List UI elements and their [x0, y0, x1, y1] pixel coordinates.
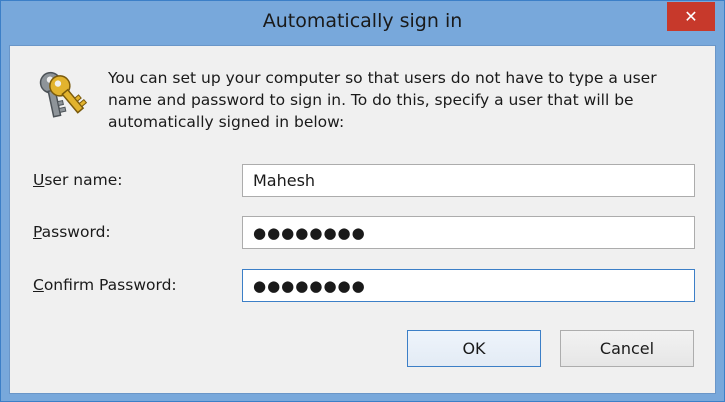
ok-button[interactable]: OK	[407, 330, 541, 367]
confirm-password-label: Confirm Password:	[33, 276, 177, 294]
dialog-window: Automatically sign in ✕ You can set up y…	[0, 0, 725, 402]
username-label: User name:	[33, 171, 122, 189]
confirm-password-field[interactable]: ●●●●●●●●	[242, 269, 695, 302]
cancel-button[interactable]: Cancel	[560, 330, 694, 367]
password-value: ●●●●●●●●	[253, 223, 366, 242]
confirm-password-value: ●●●●●●●●	[253, 276, 366, 295]
keys-icon	[39, 71, 88, 118]
title-bar[interactable]: Automatically sign in ✕	[1, 1, 724, 45]
username-label-accesskey: U	[33, 171, 45, 189]
username-field[interactable]: Mahesh	[242, 164, 695, 197]
password-field[interactable]: ●●●●●●●●	[242, 216, 695, 249]
description-text: You can set up your computer so that use…	[108, 69, 657, 131]
password-label: Password:	[33, 223, 111, 241]
password-label-text: assword:	[41, 223, 111, 241]
password-label-accesskey: P	[33, 223, 42, 241]
close-button[interactable]: ✕	[667, 2, 715, 31]
confirm-password-label-accesskey: C	[33, 276, 44, 294]
dialog-title: Automatically sign in	[262, 10, 463, 32]
close-icon: ✕	[684, 7, 698, 26]
confirm-password-label-text: onfirm Password:	[43, 276, 177, 294]
username-label-text: ser name:	[44, 171, 123, 189]
dialog-body: You can set up your computer so that use…	[9, 45, 716, 394]
username-value: Mahesh	[253, 171, 316, 190]
